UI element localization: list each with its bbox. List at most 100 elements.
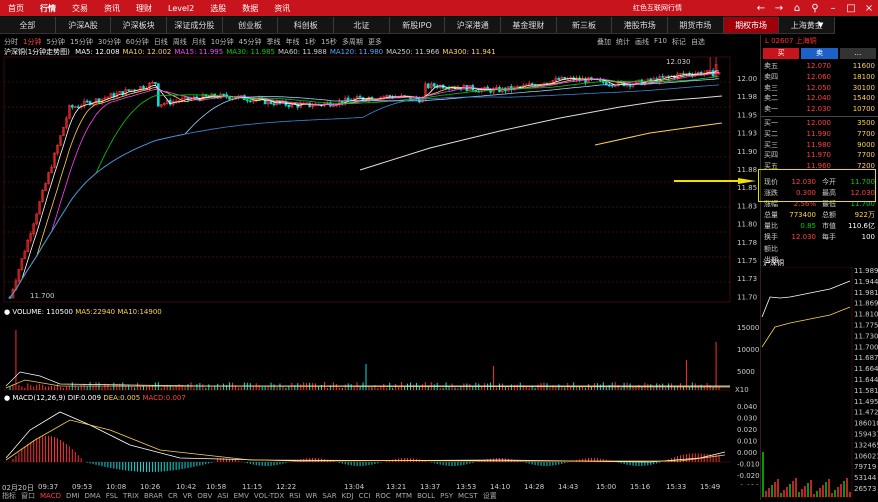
- mini-tick: 11.989: [854, 267, 878, 275]
- indicator-tab[interactable]: DMA: [84, 492, 100, 500]
- indicator-tab[interactable]: ROC: [375, 492, 390, 500]
- mini-tick: 11.687: [854, 354, 878, 362]
- level-price: 12.030: [806, 105, 832, 114]
- sell-row: 卖三 12.050 30100: [761, 83, 878, 94]
- time-label: 13:04: [344, 483, 365, 491]
- stat-label: 总量: [764, 210, 778, 219]
- indicator-tab[interactable]: MTM: [396, 492, 412, 500]
- indicator-tab[interactable]: 指标: [2, 491, 16, 501]
- mini-frame: [759, 266, 853, 498]
- level-volume: 7700: [857, 151, 875, 160]
- macd-tick: 0.010: [737, 438, 757, 446]
- stat-row: 量比 0.85 市值 110.6亿: [761, 221, 878, 232]
- level-label: 卖二: [764, 94, 778, 103]
- macd-dea-line: [5, 419, 726, 462]
- sell-row: 卖二 12.040 15400: [761, 93, 878, 104]
- indicator-tab[interactable]: FSL: [106, 492, 118, 500]
- macd-dif-line: [5, 411, 726, 463]
- mini-tick: 11.944: [854, 278, 878, 286]
- indicator-tab[interactable]: BRAR: [144, 492, 163, 500]
- more-button[interactable]: …: [839, 48, 876, 59]
- indicator-tab[interactable]: EMV: [234, 492, 249, 500]
- indicator-tab[interactable]: MACD: [40, 492, 61, 500]
- ratio-label: 额比: [764, 244, 778, 253]
- mini-tick: 11.644: [854, 376, 878, 384]
- indicator-tabs: 指标 窗口 MACD DMI DMA FSL TRIX BRAR CR VR OBV ASI EMV VO…: [0, 491, 760, 500]
- mini-tick: 159437: [854, 431, 878, 439]
- market-tab[interactable]: 上海黄金: [779, 17, 836, 33]
- mini-tick: 11.472: [854, 409, 878, 417]
- buy-sell-buttons: 买 卖 …: [761, 48, 878, 59]
- level-volume: 10700: [852, 105, 875, 114]
- indicator-tab[interactable]: TRIX: [123, 492, 139, 500]
- minimize-icon[interactable]: –: [824, 3, 842, 14]
- indicator-tab[interactable]: ASI: [217, 492, 228, 500]
- stat-value: 12.030: [791, 232, 817, 241]
- indicator-tab[interactable]: 窗口: [21, 491, 35, 501]
- sell-book: 卖五 12.070 11600 卖四 12.060 18100 卖三 12.050 30100 卖…: [761, 61, 878, 115]
- forward-icon[interactable]: →: [770, 3, 788, 14]
- indicator-tab[interactable]: WR: [306, 492, 318, 500]
- time-label: 15:00: [596, 483, 617, 491]
- stat-label: 换手: [764, 232, 778, 241]
- level-price: 12.050: [806, 83, 832, 92]
- close-icon[interactable]: ×: [860, 3, 878, 14]
- stat-value: 0.85: [800, 221, 816, 230]
- stat-row: 换手 12.030 每手 100: [761, 232, 878, 243]
- level-label: 买三: [764, 140, 778, 149]
- level-label: 卖三: [764, 83, 778, 92]
- mini-tick: 11.664: [854, 365, 878, 373]
- indicator-tab[interactable]: VR: [183, 492, 193, 500]
- quote-code: L 02607 上海铜: [765, 37, 817, 45]
- macd-tick: 0.030: [737, 415, 757, 423]
- time-label: 13:37: [420, 483, 441, 491]
- sell-row: 卖一 12.030 10700: [761, 104, 878, 115]
- indicator-tab[interactable]: MCST: [458, 492, 478, 500]
- buy-button[interactable]: 买: [763, 48, 800, 59]
- macd-chart[interactable]: 0.040 0.030 0.020 0.010 0.000 -0.010 -0.020 -0.…: [0, 0, 760, 485]
- indicator-tab[interactable]: CR: [168, 492, 178, 500]
- indicator-tab[interactable]: RSI: [289, 492, 300, 500]
- stat-value: 110.6亿: [847, 221, 875, 230]
- level-volume: 18100: [852, 72, 875, 81]
- time-label: 15:49: [700, 483, 721, 491]
- indicator-tab[interactable]: DMI: [66, 492, 80, 500]
- sell-button[interactable]: 卖: [801, 48, 838, 59]
- indicator-tab[interactable]: 设置: [483, 491, 497, 501]
- home-icon[interactable]: ⌂: [788, 3, 806, 14]
- indicator-tab[interactable]: PSY: [440, 492, 453, 500]
- level-label: 卖一: [764, 105, 778, 114]
- time-label: 15:33: [666, 483, 687, 491]
- level-price: 12.060: [806, 72, 832, 81]
- indicator-tab[interactable]: OBV: [197, 492, 212, 500]
- search-icon[interactable]: ⚲: [806, 3, 824, 14]
- mini-tick: 11.700: [854, 343, 878, 351]
- time-label: 14:28: [524, 483, 545, 491]
- stat-value: 922万: [854, 210, 875, 219]
- stat-label: 市值: [822, 221, 836, 230]
- mini-avg-line: [761, 306, 851, 348]
- level-price: 11.990: [806, 129, 832, 138]
- indicator-tab[interactable]: CCI: [359, 492, 371, 500]
- stat-row: 总量 773400 总额 922万: [761, 210, 878, 221]
- mini-tick: 11.981: [854, 289, 878, 297]
- macd-tick: -0.020: [737, 472, 760, 480]
- time-label: 13:21: [386, 483, 407, 491]
- indicator-tab[interactable]: BOLL: [417, 492, 435, 500]
- mini-tick: 11.730: [854, 332, 878, 340]
- indicator-tab[interactable]: VOL-TDX: [254, 492, 284, 500]
- level-label: 卖五: [764, 62, 778, 70]
- buy-row: 买一 12.000 3500: [761, 118, 878, 129]
- buy-row: 买二 11.990 7700: [761, 129, 878, 140]
- level-price: 12.000: [806, 118, 832, 127]
- chevron-down-icon[interactable]: ▼: [818, 21, 823, 29]
- maximize-icon[interactable]: □: [842, 3, 860, 14]
- indicator-tab[interactable]: KDJ: [342, 492, 354, 500]
- mini-label: 沪深铜: [763, 259, 784, 267]
- indicator-tab[interactable]: SAR: [322, 492, 336, 500]
- mini-tick: 11.775: [854, 322, 878, 330]
- mini-tick: 11.869: [854, 300, 878, 308]
- level-price: 12.040: [806, 94, 832, 103]
- mini-tick: 53144: [854, 474, 877, 482]
- mini-chart[interactable]: 沪深铜 11.989 11.944 11.981 11.869 11.810 11.775…: [759, 258, 878, 500]
